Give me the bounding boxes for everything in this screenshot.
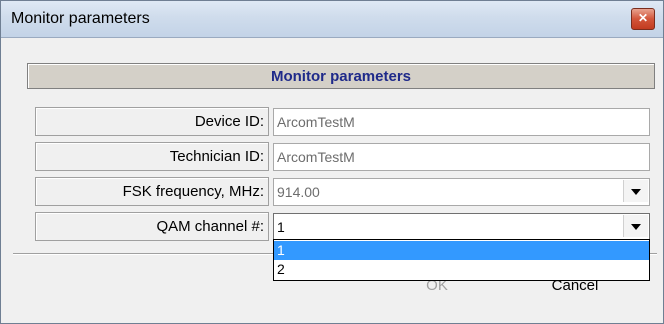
technician-id-label-cell: Technician ID: xyxy=(35,142,269,171)
technician-id-field[interactable]: ArcomTestM xyxy=(273,143,650,171)
chevron-down-icon[interactable] xyxy=(623,215,648,237)
close-button[interactable]: ✕ xyxy=(631,8,655,30)
window-title: Monitor parameters xyxy=(11,10,150,27)
device-id-label: Device ID: xyxy=(194,113,264,130)
chevron-down-icon[interactable] xyxy=(623,180,648,202)
qam-channel-dropdown-list: 1 2 xyxy=(273,239,650,281)
qam-channel-select[interactable]: 1 xyxy=(273,213,650,241)
close-icon: ✕ xyxy=(637,11,649,25)
fsk-frequency-label: FSK frequency, MHz: xyxy=(122,183,264,200)
qam-channel-label: QAM channel #: xyxy=(156,218,264,235)
dropdown-option-1[interactable]: 1 xyxy=(274,241,649,260)
qam-channel-label-cell: QAM channel #: xyxy=(35,212,269,241)
section-header: Monitor parameters xyxy=(27,63,655,89)
fsk-frequency-value: 914.00 xyxy=(277,184,320,200)
fsk-frequency-select[interactable]: 914.00 xyxy=(273,178,650,206)
device-id-field[interactable]: ArcomTestM xyxy=(273,108,650,136)
fsk-frequency-label-cell: FSK frequency, MHz: xyxy=(35,177,269,206)
technician-id-value: ArcomTestM xyxy=(277,149,355,165)
technician-id-label: Technician ID: xyxy=(169,148,264,165)
device-id-label-cell: Device ID: xyxy=(35,107,269,136)
section-header-title: Monitor parameters xyxy=(270,68,412,85)
dropdown-option-2[interactable]: 2 xyxy=(274,260,649,279)
dialog-window: Monitor parameters ✕ Monitor parameters … xyxy=(0,0,664,324)
dialog-body: Monitor parameters Device ID: ArcomTestM… xyxy=(7,41,657,317)
title-bar[interactable]: Monitor parameters ✕ xyxy=(1,1,663,38)
device-id-value: ArcomTestM xyxy=(277,114,355,130)
qam-channel-value: 1 xyxy=(277,219,285,235)
